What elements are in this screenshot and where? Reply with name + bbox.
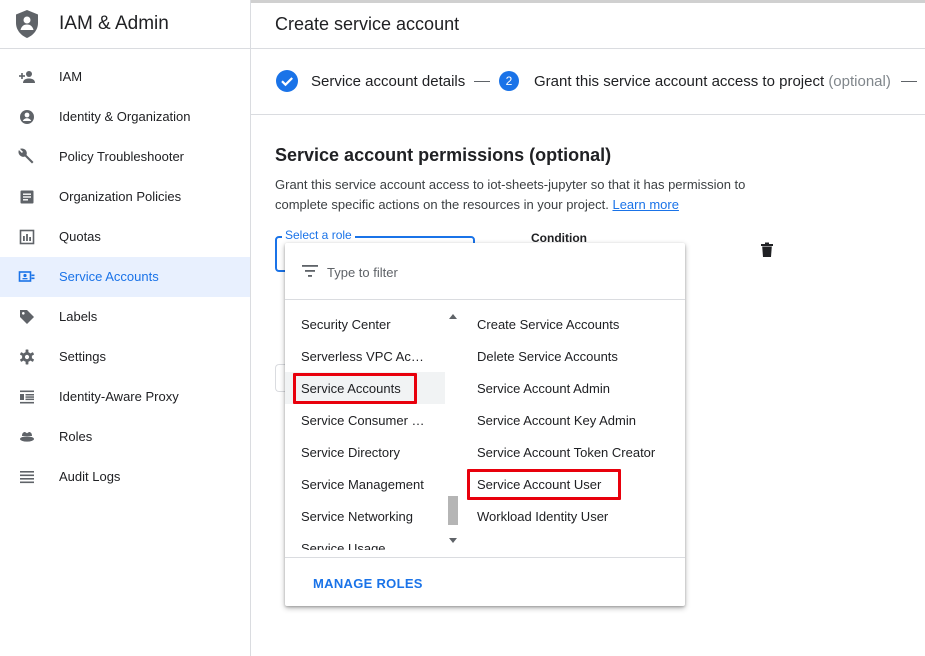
document-icon (20, 190, 34, 204)
step-2-label[interactable]: Grant this service account access to pro… (534, 73, 891, 90)
service-item-service-networking[interactable]: Service Networking (285, 500, 445, 532)
service-list: Security Center Serverless VPC Access Se… (285, 308, 445, 550)
filter-row (285, 243, 685, 300)
service-item-label: Service Consumer Management (301, 413, 427, 428)
service-item-security-center[interactable]: Security Center (285, 308, 445, 340)
filter-input[interactable] (327, 263, 657, 281)
sidebar-item-labels[interactable]: Labels (0, 297, 250, 337)
role-item-delete-service-accounts[interactable]: Delete Service Accounts (461, 340, 685, 372)
sidebar-item-iam[interactable]: IAM (0, 57, 250, 97)
sidebar-item-audit-logs[interactable]: Audit Logs (0, 457, 250, 497)
role-item-label: Create Service Accounts (477, 317, 620, 332)
service-item-label: Service Directory (301, 445, 400, 460)
sidebar-header: IAM & Admin (0, 0, 250, 49)
label-icon (20, 310, 34, 324)
role-item-create-service-accounts[interactable]: Create Service Accounts (461, 308, 685, 340)
service-item-label: Service Networking (301, 509, 413, 524)
sidebar-item-settings[interactable]: Settings (0, 337, 250, 377)
role-item-label: Service Account Key Admin (477, 413, 636, 428)
service-item-service-usage[interactable]: Service Usage (285, 532, 445, 550)
highlight-box-service-account-user (467, 469, 621, 500)
service-account-icon (18, 271, 35, 282)
highlight-box-service-accounts (293, 373, 417, 404)
sidebar-item-identity-organization[interactable]: Identity & Organization (0, 97, 250, 137)
wrench-icon (18, 148, 34, 164)
service-item-label: Serverless VPC Access (301, 349, 427, 364)
role-item-service-account-key-admin[interactable]: Service Account Key Admin (461, 404, 685, 436)
person-add-icon (19, 71, 35, 83)
step-2-number: 2 (499, 71, 519, 91)
sidebar-item-label: Service Accounts (59, 269, 159, 284)
learn-more-link[interactable]: Learn more (612, 197, 678, 212)
sidebar-item-service-accounts[interactable]: Service Accounts (0, 257, 250, 297)
account-circle-icon (20, 110, 34, 124)
role-item-label: Service Account Admin (477, 381, 610, 396)
step-2-title: Grant this service account access to pro… (534, 73, 825, 90)
sidebar-item-label: Organization Policies (59, 189, 182, 204)
scroll-down-arrow-icon[interactable] (449, 538, 457, 543)
scroll-up-arrow-icon[interactable] (449, 314, 457, 319)
sidebar-item-label: IAM (59, 69, 83, 84)
service-item-serverless-vpc-access[interactable]: Serverless VPC Access (285, 340, 445, 372)
sidebar-title: IAM & Admin (59, 13, 169, 34)
section-description: Grant this service account access to iot… (275, 175, 765, 215)
list-icon (20, 471, 34, 484)
sidebar-item-label: Settings (59, 349, 106, 364)
sidebar-item-label: Identity & Organization (59, 109, 191, 124)
role-item-label: Service Account Token Creator (477, 445, 656, 460)
delete-icon[interactable] (758, 241, 776, 259)
iam-shield-icon (16, 10, 38, 38)
gear-icon (20, 349, 34, 365)
sidebar: IAM & Admin IAM Identity & Organization (0, 0, 251, 656)
role-item-label: Delete Service Accounts (477, 349, 618, 364)
sidebar-item-policy-troubleshooter[interactable]: Policy Troubleshooter (0, 137, 250, 177)
divider (251, 114, 925, 115)
scroll-thumb[interactable] (448, 496, 458, 525)
sidebar-item-label: Identity-Aware Proxy (59, 389, 179, 404)
sidebar-item-label: Policy Troubleshooter (59, 149, 185, 164)
role-item-service-account-token-creator[interactable]: Service Account Token Creator (461, 436, 685, 468)
role-select-label: Select a role (282, 228, 355, 242)
roles-icon (20, 432, 34, 442)
sidebar-item-label: Quotas (59, 229, 101, 244)
check-circle-icon (276, 70, 298, 92)
role-dropdown: Security Center Serverless VPC Access Se… (285, 243, 685, 606)
filter-icon (302, 265, 318, 277)
sidebar-item-roles[interactable]: Roles (0, 417, 250, 457)
service-item-label: Service Management (301, 477, 424, 492)
step-1-label[interactable]: Service account details (311, 73, 465, 90)
step-connector (901, 81, 917, 82)
service-item-service-directory[interactable]: Service Directory (285, 436, 445, 468)
role-item-service-account-admin[interactable]: Service Account Admin (461, 372, 685, 404)
section-title: Service account permissions (optional) (275, 145, 612, 165)
service-list-scrollbar[interactable] (445, 308, 461, 550)
sidebar-item-organization-policies[interactable]: Organization Policies (0, 177, 250, 217)
step-connector (474, 81, 490, 82)
proxy-icon (20, 390, 34, 404)
quotas-icon (19, 229, 35, 245)
sidebar-item-identity-aware-proxy[interactable]: Identity-Aware Proxy (0, 377, 250, 417)
role-item-workload-identity-user[interactable]: Workload Identity User (461, 500, 685, 532)
sidebar-item-quotas[interactable]: Quotas (0, 217, 250, 257)
role-item-label: Workload Identity User (477, 509, 609, 524)
main-header: Create service account (251, 0, 925, 49)
sidebar-item-label: Roles (59, 429, 93, 444)
dropdown-footer: MANAGE ROLES (285, 557, 685, 606)
service-item-label: Service Usage (301, 541, 386, 550)
service-item-service-management[interactable]: Service Management (285, 468, 445, 500)
sidebar-item-label: Labels (59, 309, 98, 324)
step-2-optional: (optional) (828, 73, 891, 90)
sidebar-item-label: Audit Logs (59, 469, 121, 484)
page-title: Create service account (275, 14, 460, 34)
manage-roles-button[interactable]: MANAGE ROLES (313, 576, 423, 591)
service-item-label: Security Center (301, 317, 391, 332)
sidebar-nav: IAM Identity & Organization Policy Troub… (0, 57, 250, 497)
service-item-service-consumer-management[interactable]: Service Consumer Management (285, 404, 445, 436)
stepper: Service account details 2 Grant this ser… (275, 69, 925, 93)
